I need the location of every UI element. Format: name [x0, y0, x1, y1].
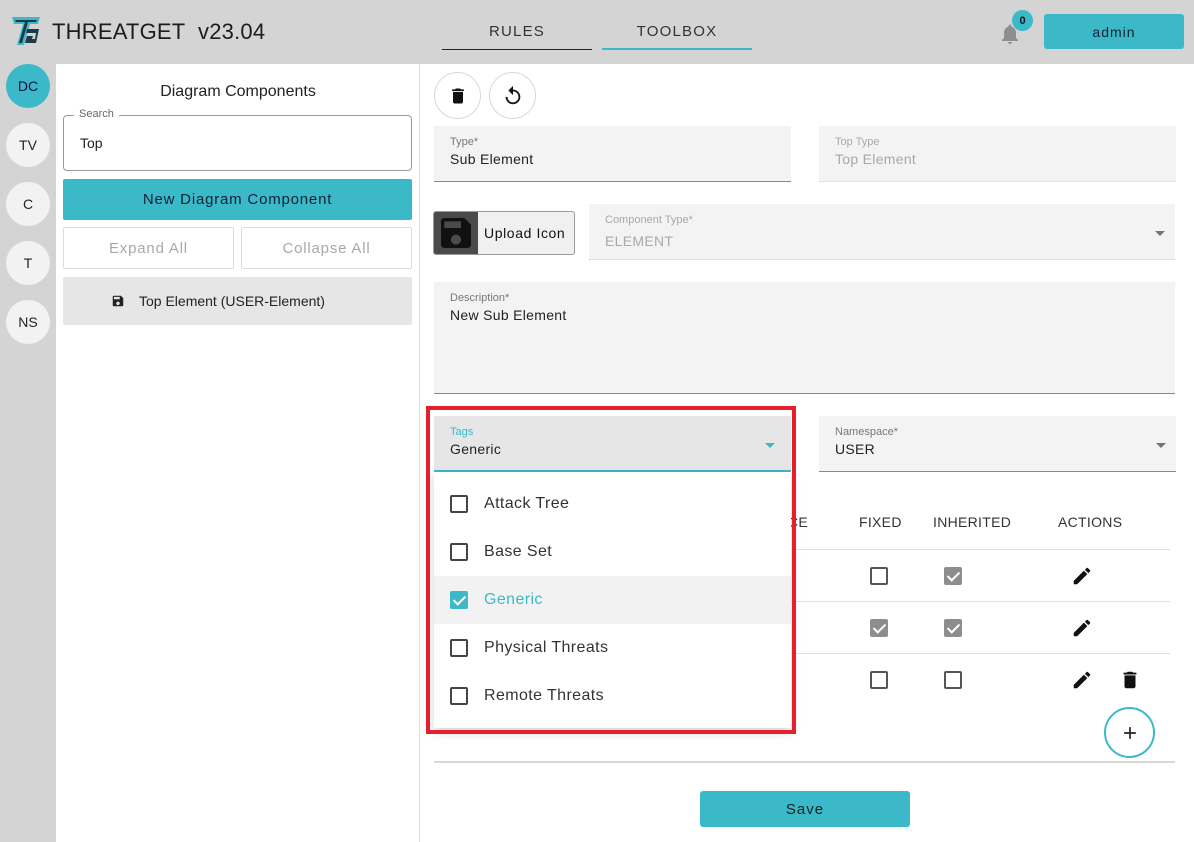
fixed-checkbox[interactable] [870, 671, 888, 689]
app-header: THREATGET v23.04 RULES TOOLBOX 0 admin [0, 0, 1194, 64]
plus-icon [1123, 726, 1136, 739]
top-type-label: Top Type [835, 136, 880, 148]
rail-item-tv[interactable]: TV [6, 123, 50, 167]
panel-title: Diagram Components [160, 83, 316, 100]
app-title: THREATGET v23.04 [52, 19, 265, 45]
search-value: Top [80, 135, 103, 151]
threatget-logo-icon [12, 17, 40, 45]
tags-value: Generic [450, 441, 502, 457]
tab-rules[interactable]: RULES [442, 14, 592, 50]
namespace-label: Namespace* [835, 426, 898, 438]
upload-icon-button[interactable]: Upload Icon [433, 211, 575, 255]
upload-icon-label: Upload Icon [484, 225, 566, 241]
tab-toolbox[interactable]: TOOLBOX [602, 14, 752, 50]
tag-option[interactable]: Remote Threats [434, 672, 791, 720]
app-name: THREATGET [52, 19, 186, 44]
tag-option-label: Remote Threats [484, 687, 605, 704]
tag-option[interactable]: Attack Tree [434, 480, 791, 528]
tags-dropdown-menu: Attack Tree Base Set Generic Physical Threa… [434, 472, 791, 728]
app-version: v23.04 [198, 19, 266, 44]
floppy-disk-icon [112, 295, 124, 307]
tree-item-label: Top Element (USER-Element) [139, 293, 325, 309]
new-diagram-component-button[interactable]: New Diagram Component [63, 179, 412, 220]
add-row-button[interactable] [1104, 707, 1155, 758]
tags-label: Tags [450, 426, 474, 438]
chevron-down-icon [765, 443, 775, 448]
namespace-value: USER [835, 441, 876, 457]
component-type-value: ELEMENT [605, 233, 674, 249]
delete-component-button[interactable] [434, 72, 481, 119]
save-button[interactable]: Save [700, 791, 910, 827]
tag-option[interactable]: Physical Threats [434, 624, 791, 672]
column-header-inherited: INHERITED [933, 514, 1012, 530]
notification-count-badge: 0 [1012, 10, 1033, 31]
chevron-down-icon [1156, 443, 1166, 448]
edit-pencil-icon[interactable] [1071, 669, 1093, 691]
refresh-icon [505, 85, 520, 104]
namespace-select[interactable]: Namespace* USER [819, 416, 1176, 472]
tag-option-label: Base Set [484, 543, 553, 560]
checkbox-empty-icon[interactable] [450, 495, 468, 513]
checkbox-empty-icon[interactable] [450, 639, 468, 657]
diagram-components-panel: Diagram Components Search Top New Diagra… [56, 64, 420, 842]
fixed-checkbox[interactable] [870, 567, 888, 585]
column-header-partial: CE [788, 514, 809, 530]
checkbox-empty-icon[interactable] [450, 687, 468, 705]
tag-option[interactable]: Base Set [434, 528, 791, 576]
edit-pencil-icon[interactable] [1071, 565, 1093, 587]
chevron-down-icon [1155, 231, 1165, 236]
inherited-checkbox[interactable] [944, 619, 962, 637]
rail-item-c[interactable]: C [6, 182, 50, 226]
floppy-disk-icon [434, 212, 478, 254]
tag-option-label: Attack Tree [484, 495, 570, 512]
rail-item-ns[interactable]: NS [6, 300, 50, 344]
inherited-checkbox[interactable] [944, 671, 962, 689]
reset-button[interactable] [489, 72, 536, 119]
tag-option-label: Physical Threats [484, 639, 609, 656]
rail-item-t[interactable]: T [6, 241, 50, 285]
divider [434, 761, 1175, 763]
left-rail: DC TV C T NS [0, 64, 56, 842]
tags-select[interactable]: Tags Generic [434, 416, 791, 472]
inherited-checkbox[interactable] [944, 567, 962, 585]
fixed-checkbox[interactable] [870, 619, 888, 637]
column-header-fixed: FIXED [859, 514, 902, 530]
description-field[interactable]: Description* New Sub Element [434, 282, 1175, 394]
type-value: Sub Element [450, 151, 534, 167]
search-input[interactable]: Search Top [63, 108, 412, 171]
tag-option-label: Generic [484, 591, 543, 608]
component-type-label: Component Type* [605, 214, 693, 226]
tag-option[interactable]: Generic [434, 576, 791, 624]
type-field[interactable]: Type* Sub Element [434, 126, 791, 182]
top-type-value: Top Element [835, 151, 917, 167]
description-value: New Sub Element [450, 307, 567, 323]
description-label: Description* [450, 292, 510, 304]
type-label: Type* [450, 136, 479, 148]
tree-item-top-element[interactable]: Top Element (USER-Element) [63, 277, 412, 325]
rail-item-dc[interactable]: DC [6, 64, 50, 108]
component-type-select: Component Type* ELEMENT [589, 204, 1175, 260]
checkbox-empty-icon[interactable] [450, 543, 468, 561]
trash-icon [451, 88, 464, 103]
expand-all-button[interactable]: Expand All [63, 227, 234, 269]
trash-icon[interactable] [1119, 669, 1141, 691]
edit-pencil-icon[interactable] [1071, 617, 1093, 639]
top-type-field: Top Type Top Element [819, 126, 1176, 182]
search-label: Search [74, 108, 119, 120]
column-header-actions: ACTIONS [1058, 514, 1123, 530]
checkbox-checked-icon[interactable] [450, 591, 468, 609]
collapse-all-button[interactable]: Collapse All [241, 227, 412, 269]
user-menu-button[interactable]: admin [1044, 14, 1184, 49]
